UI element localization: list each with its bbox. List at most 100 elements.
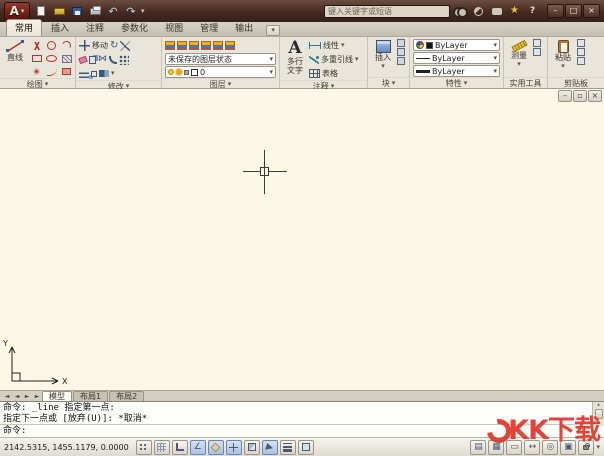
- scroll-up-icon[interactable]: [597, 402, 601, 408]
- search-input[interactable]: [324, 5, 450, 18]
- ribbon-tab-manage[interactable]: 管理: [192, 20, 226, 36]
- snap-toggle[interactable]: [136, 440, 152, 455]
- chevron-down-icon[interactable]: [141, 8, 145, 15]
- copy-icon[interactable]: [89, 56, 96, 64]
- workspace-button[interactable]: [560, 440, 576, 455]
- model-space-button[interactable]: [470, 440, 486, 455]
- status-menu-chevron-icon[interactable]: [596, 444, 600, 451]
- lineweight-dropdown[interactable]: ByLayer: [413, 65, 500, 77]
- circle-icon[interactable]: [47, 41, 56, 50]
- help-button[interactable]: [525, 5, 540, 18]
- cut-icon[interactable]: [577, 48, 585, 56]
- ribbon-tab-home[interactable]: 常用: [6, 19, 42, 36]
- array-icon[interactable]: [119, 55, 129, 65]
- zoom-button[interactable]: [542, 440, 558, 455]
- new-file-button[interactable]: [33, 4, 49, 19]
- layout1-tab[interactable]: 布局1: [73, 391, 108, 401]
- plot-button[interactable]: [87, 4, 103, 19]
- layer-freeze-icon[interactable]: [201, 41, 211, 50]
- quick-select-icon[interactable]: [533, 39, 541, 47]
- quick-view-layouts-button[interactable]: [488, 440, 504, 455]
- paste-button[interactable]: 粘贴: [551, 39, 575, 71]
- offset-icon[interactable]: [79, 70, 89, 78]
- linear-dimension-button[interactable]: 线性: [309, 39, 364, 52]
- insert-block-button[interactable]: 插入: [371, 39, 395, 71]
- object-color-dropdown[interactable]: ByLayer: [413, 39, 500, 51]
- ribbon-tab-annotate[interactable]: 注释: [78, 20, 112, 36]
- maximize-icon[interactable]: [565, 4, 582, 18]
- rotate-icon[interactable]: [110, 41, 118, 51]
- doc-close-icon[interactable]: ×: [588, 90, 602, 102]
- panel-title-draw[interactable]: 绘图: [0, 78, 75, 89]
- last-tab-arrow-icon[interactable]: [32, 392, 42, 401]
- edit-block-icon[interactable]: [397, 48, 405, 56]
- layer-lock-icon[interactable]: [213, 41, 223, 50]
- first-tab-arrow-icon[interactable]: [2, 392, 12, 401]
- ribbon-tab-view[interactable]: 视图: [157, 20, 191, 36]
- ribbon-tab-insert[interactable]: 插入: [43, 20, 77, 36]
- ducs-toggle[interactable]: [244, 440, 260, 455]
- mtext-button[interactable]: A 多行 文字: [283, 39, 307, 77]
- favorites-button[interactable]: [507, 5, 522, 18]
- next-tab-arrow-icon[interactable]: [22, 392, 32, 401]
- open-file-button[interactable]: [51, 4, 67, 19]
- ribbon-minimize-button[interactable]: [266, 25, 280, 36]
- table-button[interactable]: 表格: [309, 67, 364, 80]
- close-icon[interactable]: [583, 4, 600, 18]
- quick-view-drawings-button[interactable]: [506, 440, 522, 455]
- command-scrollbar[interactable]: [592, 402, 604, 426]
- grid-toggle[interactable]: [154, 440, 170, 455]
- region-icon[interactable]: [62, 68, 71, 75]
- ribbon-tab-parametric[interactable]: 参数化: [113, 20, 156, 36]
- layout2-tab[interactable]: 布局2: [109, 391, 144, 401]
- line-button[interactable]: 直线: [3, 39, 27, 63]
- ellipse-icon[interactable]: [46, 55, 57, 62]
- drawing-area[interactable]: – ▫ × Y X: [0, 89, 604, 390]
- otrack-toggle[interactable]: [226, 440, 242, 455]
- panel-title-clipboard[interactable]: 剪贴板: [548, 77, 604, 88]
- trim-icon[interactable]: [120, 41, 130, 51]
- application-menu-button[interactable]: A: [4, 2, 30, 20]
- layer-off-icon[interactable]: [177, 41, 187, 50]
- create-block-icon[interactable]: [397, 39, 405, 47]
- communication-center-button[interactable]: [489, 5, 504, 18]
- redo-button[interactable]: [123, 4, 139, 19]
- panel-title-layers[interactable]: 图层: [162, 78, 279, 89]
- scroll-down-icon[interactable]: [597, 420, 601, 426]
- qp-toggle[interactable]: [298, 440, 314, 455]
- command-input[interactable]: 命令:: [0, 425, 604, 437]
- multileader-button[interactable]: 多重引线: [309, 53, 364, 66]
- spline-icon[interactable]: [47, 68, 57, 76]
- arc-icon[interactable]: [61, 40, 72, 51]
- dyn-toggle[interactable]: [262, 440, 278, 455]
- move-button[interactable]: 移动: [79, 39, 130, 52]
- erase-icon[interactable]: [78, 55, 88, 63]
- stretch-icon[interactable]: [99, 70, 109, 77]
- layer-state-dropdown[interactable]: 未保存的图层状态: [165, 53, 276, 65]
- doc-restore-icon[interactable]: ▫: [573, 90, 587, 102]
- prev-tab-arrow-icon[interactable]: [12, 392, 22, 401]
- pan-button[interactable]: [524, 440, 540, 455]
- layer-isolate-icon[interactable]: [189, 41, 199, 50]
- layer-dropdown[interactable]: 0: [165, 66, 276, 78]
- match-properties-icon[interactable]: [577, 57, 585, 65]
- osnap-toggle[interactable]: [208, 440, 224, 455]
- polyline-icon[interactable]: [32, 42, 42, 50]
- point-icon[interactable]: [35, 70, 38, 73]
- ortho-toggle[interactable]: [172, 440, 188, 455]
- subscription-button[interactable]: [471, 5, 486, 18]
- toolbar-lock-button[interactable]: [578, 440, 594, 455]
- panel-title-properties[interactable]: 特性: [410, 77, 503, 88]
- linetype-dropdown[interactable]: ByLayer: [413, 52, 500, 64]
- scrollbar-thumb[interactable]: [595, 409, 603, 419]
- block-attributes-icon[interactable]: [397, 57, 405, 65]
- lwt-toggle[interactable]: [280, 440, 296, 455]
- minimize-icon[interactable]: [547, 4, 564, 18]
- layer-match-icon[interactable]: [225, 41, 235, 50]
- layer-properties-icon[interactable]: [165, 41, 175, 50]
- measure-button[interactable]: 测量: [507, 39, 531, 69]
- panel-title-utilities[interactable]: 实用工具: [504, 77, 547, 88]
- model-tab[interactable]: 模型: [42, 391, 72, 401]
- ribbon-tab-output[interactable]: 输出: [227, 20, 261, 36]
- undo-button[interactable]: [105, 4, 121, 19]
